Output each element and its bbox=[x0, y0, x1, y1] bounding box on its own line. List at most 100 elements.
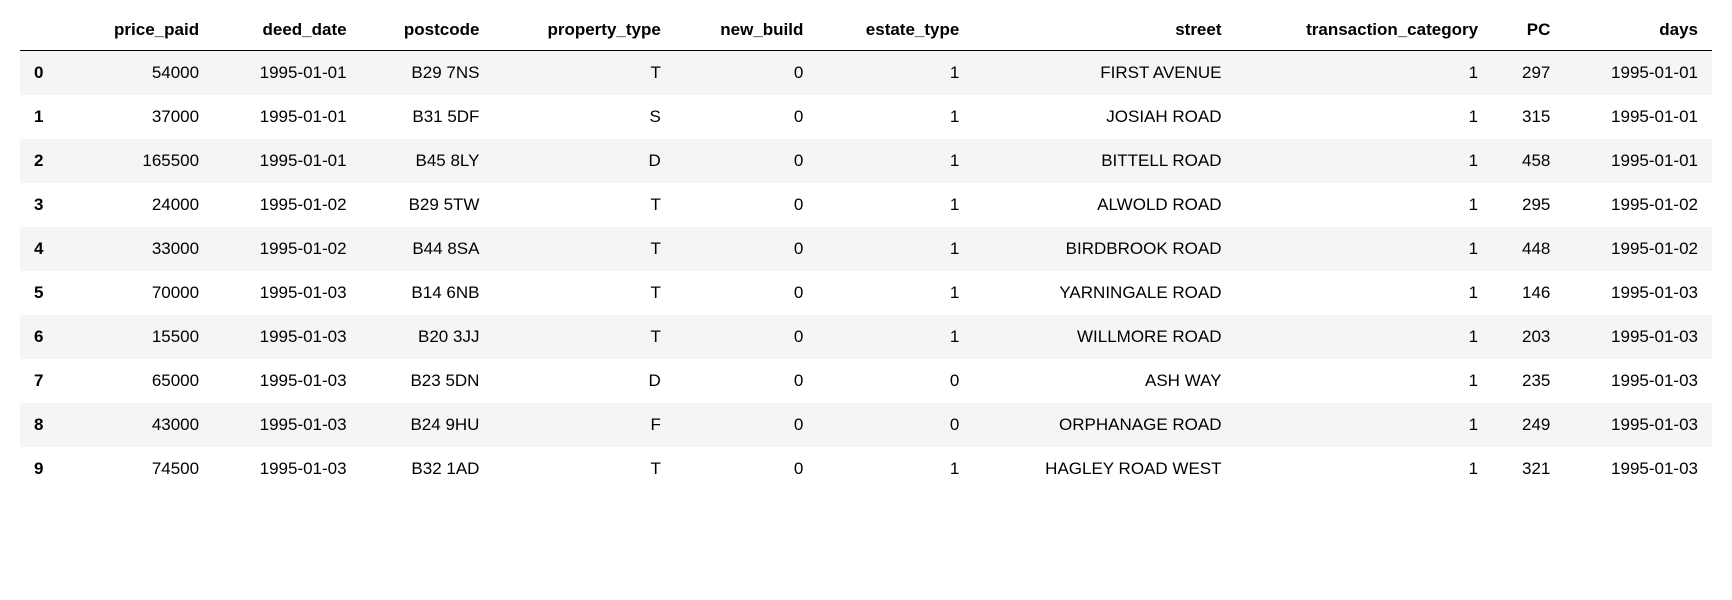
cell-new-build: 0 bbox=[675, 183, 818, 227]
cell-street: YARNINGALE ROAD bbox=[973, 271, 1235, 315]
cell-postcode: B31 5DF bbox=[361, 95, 494, 139]
cell-transaction-category: 1 bbox=[1236, 271, 1493, 315]
cell-transaction-category: 1 bbox=[1236, 359, 1493, 403]
cell-deed-date: 1995-01-03 bbox=[213, 271, 361, 315]
cell-price-paid: 24000 bbox=[68, 183, 213, 227]
cell-street: WILLMORE ROAD bbox=[973, 315, 1235, 359]
cell-postcode: B24 9HU bbox=[361, 403, 494, 447]
cell-street: BITTELL ROAD bbox=[973, 139, 1235, 183]
table-row: 3240001995-01-02B29 5TWT01ALWOLD ROAD129… bbox=[20, 183, 1712, 227]
cell-days: 1995-01-03 bbox=[1564, 403, 1712, 447]
table-body: 0540001995-01-01B29 7NST01FIRST AVENUE12… bbox=[20, 51, 1712, 492]
cell-estate-type: 1 bbox=[817, 315, 973, 359]
cell-price-paid: 15500 bbox=[68, 315, 213, 359]
cell-price-paid: 37000 bbox=[68, 95, 213, 139]
cell-postcode: B32 1AD bbox=[361, 447, 494, 491]
cell-estate-type: 1 bbox=[817, 139, 973, 183]
row-index: 2 bbox=[20, 139, 68, 183]
cell-price-paid: 65000 bbox=[68, 359, 213, 403]
data-table: price_paid deed_date postcode property_t… bbox=[20, 10, 1712, 491]
col-estate-type: estate_type bbox=[817, 10, 973, 51]
cell-estate-type: 0 bbox=[817, 403, 973, 447]
cell-price-paid: 54000 bbox=[68, 51, 213, 96]
cell-price-paid: 165500 bbox=[68, 139, 213, 183]
cell-pc: 297 bbox=[1492, 51, 1564, 96]
cell-new-build: 0 bbox=[675, 315, 818, 359]
cell-deed-date: 1995-01-03 bbox=[213, 359, 361, 403]
cell-deed-date: 1995-01-03 bbox=[213, 403, 361, 447]
row-index: 9 bbox=[20, 447, 68, 491]
cell-pc: 315 bbox=[1492, 95, 1564, 139]
row-index: 5 bbox=[20, 271, 68, 315]
col-pc: PC bbox=[1492, 10, 1564, 51]
cell-pc: 146 bbox=[1492, 271, 1564, 315]
cell-transaction-category: 1 bbox=[1236, 139, 1493, 183]
col-postcode: postcode bbox=[361, 10, 494, 51]
cell-postcode: B23 5DN bbox=[361, 359, 494, 403]
row-index: 6 bbox=[20, 315, 68, 359]
row-index: 1 bbox=[20, 95, 68, 139]
cell-new-build: 0 bbox=[675, 51, 818, 96]
table-row: 7650001995-01-03B23 5DND00ASH WAY1235199… bbox=[20, 359, 1712, 403]
table-row: 4330001995-01-02B44 8SAT01BIRDBROOK ROAD… bbox=[20, 227, 1712, 271]
cell-street: HAGLEY ROAD WEST bbox=[973, 447, 1235, 491]
cell-street: BIRDBROOK ROAD bbox=[973, 227, 1235, 271]
cell-pc: 448 bbox=[1492, 227, 1564, 271]
cell-transaction-category: 1 bbox=[1236, 315, 1493, 359]
cell-property-type: T bbox=[493, 183, 674, 227]
cell-pc: 249 bbox=[1492, 403, 1564, 447]
col-transaction-category: transaction_category bbox=[1236, 10, 1493, 51]
cell-deed-date: 1995-01-02 bbox=[213, 227, 361, 271]
table-header: price_paid deed_date postcode property_t… bbox=[20, 10, 1712, 51]
cell-estate-type: 1 bbox=[817, 447, 973, 491]
col-property-type: property_type bbox=[493, 10, 674, 51]
cell-postcode: B44 8SA bbox=[361, 227, 494, 271]
cell-property-type: S bbox=[493, 95, 674, 139]
row-index: 0 bbox=[20, 51, 68, 96]
col-days: days bbox=[1564, 10, 1712, 51]
cell-property-type: D bbox=[493, 139, 674, 183]
cell-deed-date: 1995-01-01 bbox=[213, 95, 361, 139]
cell-days: 1995-01-01 bbox=[1564, 95, 1712, 139]
table-row: 9745001995-01-03B32 1ADT01HAGLEY ROAD WE… bbox=[20, 447, 1712, 491]
row-index: 8 bbox=[20, 403, 68, 447]
cell-transaction-category: 1 bbox=[1236, 51, 1493, 96]
cell-price-paid: 33000 bbox=[68, 227, 213, 271]
cell-days: 1995-01-01 bbox=[1564, 51, 1712, 96]
cell-property-type: D bbox=[493, 359, 674, 403]
cell-transaction-category: 1 bbox=[1236, 447, 1493, 491]
cell-street: JOSIAH ROAD bbox=[973, 95, 1235, 139]
cell-postcode: B14 6NB bbox=[361, 271, 494, 315]
table-row: 1370001995-01-01B31 5DFS01JOSIAH ROAD131… bbox=[20, 95, 1712, 139]
cell-transaction-category: 1 bbox=[1236, 227, 1493, 271]
col-deed-date: deed_date bbox=[213, 10, 361, 51]
cell-deed-date: 1995-01-03 bbox=[213, 447, 361, 491]
cell-pc: 321 bbox=[1492, 447, 1564, 491]
col-new-build: new_build bbox=[675, 10, 818, 51]
row-index: 3 bbox=[20, 183, 68, 227]
cell-postcode: B20 3JJ bbox=[361, 315, 494, 359]
cell-deed-date: 1995-01-03 bbox=[213, 315, 361, 359]
cell-transaction-category: 1 bbox=[1236, 95, 1493, 139]
cell-days: 1995-01-03 bbox=[1564, 447, 1712, 491]
table-row: 6155001995-01-03B20 3JJT01WILLMORE ROAD1… bbox=[20, 315, 1712, 359]
cell-price-paid: 43000 bbox=[68, 403, 213, 447]
cell-new-build: 0 bbox=[675, 139, 818, 183]
row-index: 7 bbox=[20, 359, 68, 403]
cell-estate-type: 1 bbox=[817, 227, 973, 271]
cell-deed-date: 1995-01-02 bbox=[213, 183, 361, 227]
col-index bbox=[20, 10, 68, 51]
table-row: 8430001995-01-03B24 9HUF00ORPHANAGE ROAD… bbox=[20, 403, 1712, 447]
table-row: 5700001995-01-03B14 6NBT01YARNINGALE ROA… bbox=[20, 271, 1712, 315]
cell-days: 1995-01-03 bbox=[1564, 315, 1712, 359]
cell-property-type: T bbox=[493, 271, 674, 315]
cell-days: 1995-01-01 bbox=[1564, 139, 1712, 183]
cell-new-build: 0 bbox=[675, 403, 818, 447]
cell-pc: 235 bbox=[1492, 359, 1564, 403]
cell-street: ORPHANAGE ROAD bbox=[973, 403, 1235, 447]
cell-transaction-category: 1 bbox=[1236, 403, 1493, 447]
cell-new-build: 0 bbox=[675, 447, 818, 491]
col-street: street bbox=[973, 10, 1235, 51]
cell-property-type: T bbox=[493, 227, 674, 271]
cell-estate-type: 1 bbox=[817, 271, 973, 315]
